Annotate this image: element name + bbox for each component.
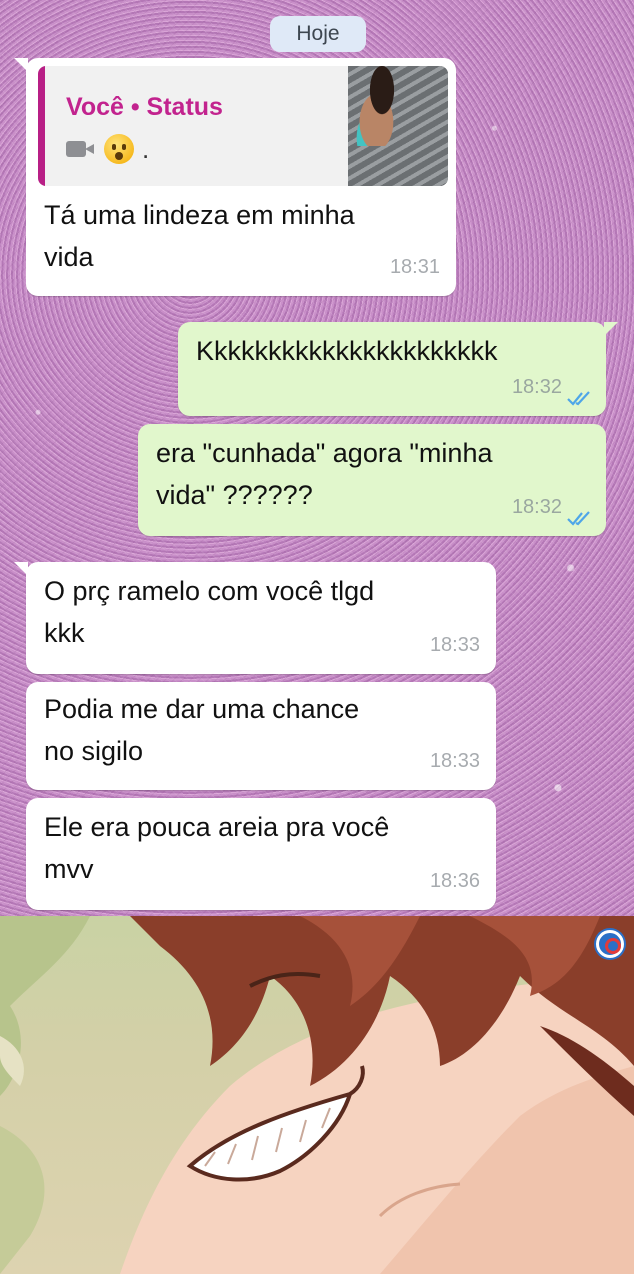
message-time: 18:33	[429, 750, 480, 772]
quote-title: Você • Status	[66, 93, 223, 121]
message-time: 18:32	[511, 496, 562, 518]
quote-accent-bar	[38, 66, 45, 186]
date-chip: Hoje	[270, 16, 366, 52]
message-line: Tá uma lindeza em minha	[44, 200, 355, 230]
message-line: kkk	[44, 618, 85, 648]
message-time: 18:33	[429, 634, 480, 656]
message-bubble-incoming[interactable]: O prç ramelo com você tlgd kkk 18:33	[14, 562, 496, 674]
message-line: Ele era pouca areia pra você	[44, 812, 390, 842]
message-bubble-incoming[interactable]: Podia me dar uma chance no sigilo 18:33	[26, 682, 496, 790]
bubble-tail	[604, 322, 618, 336]
bubble-tail	[14, 58, 28, 72]
message-bubble-incoming[interactable]: Você • Status . Tá uma lindeza em minha …	[14, 58, 456, 296]
message-time: 18:36	[429, 870, 480, 892]
double-check-icon	[567, 391, 590, 406]
quote-preview: .	[66, 132, 149, 166]
double-check-icon	[567, 511, 590, 526]
message-line: Podia me dar uma chance	[44, 694, 360, 724]
anime-reaction-image	[0, 916, 634, 1274]
chat-screenshot: Hoje Você • Status . Tá uma lindeza em m…	[0, 0, 634, 916]
status-thumbnail	[348, 66, 448, 186]
message-line: era "cunhada" agora "minha	[156, 438, 493, 468]
video-camera-icon	[66, 140, 96, 158]
message-text: Ele era pouca areia pra você mvv	[26, 798, 496, 890]
message-line: no sigilo	[44, 736, 144, 766]
bubble-tail	[14, 562, 28, 576]
message-text: Podia me dar uma chance no sigilo	[26, 682, 496, 772]
message-time: 18:32	[511, 376, 562, 398]
grinning-character-illustration	[0, 916, 634, 1274]
message-bubble-incoming[interactable]: Ele era pouca areia pra você mvv 18:36	[26, 798, 496, 910]
message-text: Kkkkkkkkkkkkkkkkkkkkkk	[196, 336, 498, 366]
message-bubble-outgoing[interactable]: Kkkkkkkkkkkkkkkkkkkkkk 18:32	[178, 322, 618, 416]
message-line: mvv	[44, 854, 94, 884]
message-time: 18:31	[389, 256, 440, 278]
message-line: vida	[44, 242, 94, 272]
logo-icon	[596, 930, 624, 958]
quoted-status[interactable]: Você • Status .	[38, 66, 448, 186]
message-text: Tá uma lindeza em minha vida	[26, 194, 373, 278]
message-text: O prç ramelo com você tlgd kkk	[26, 562, 496, 654]
message-bubble-outgoing[interactable]: era "cunhada" agora "minha vida" ?????? …	[138, 424, 606, 536]
message-line: O prç ramelo com você tlgd	[44, 576, 375, 606]
hushed-face-emoji-icon	[104, 134, 134, 164]
quote-trailing-text: .	[142, 134, 150, 164]
